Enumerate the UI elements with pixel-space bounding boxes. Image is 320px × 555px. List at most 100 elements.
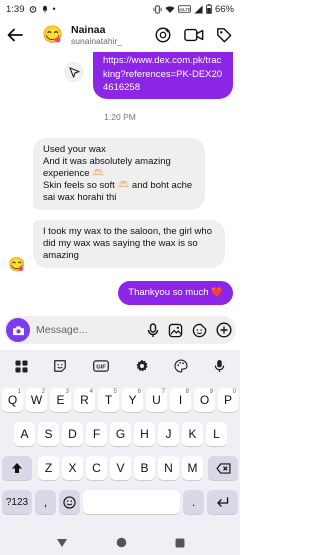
key-z[interactable]: Z	[38, 456, 59, 480]
key-c[interactable]: C	[86, 456, 107, 480]
key-q[interactable]: Q1	[2, 388, 23, 412]
key-w[interactable]: W2	[26, 388, 47, 412]
keyboard-row-4: ?123 , .	[0, 490, 240, 514]
video-camera-icon	[184, 28, 204, 42]
sender-avatar[interactable]: 😋	[8, 255, 26, 273]
period-key[interactable]: .	[183, 490, 204, 514]
key-y[interactable]: Y6	[122, 388, 143, 412]
back-button[interactable]	[2, 22, 28, 48]
voice-message-button[interactable]	[147, 322, 159, 338]
gallery-button[interactable]	[168, 323, 183, 338]
contact-info[interactable]: Nainaa sunainatahir_	[71, 24, 122, 47]
message-composer	[4, 316, 236, 344]
vibrate-icon	[153, 4, 162, 14]
emoji-key[interactable]	[59, 490, 80, 514]
on-screen-keyboard: GIF Q1 W2 E3 R4 T5 Y6 U7 I8 O9 P0 A S D …	[0, 350, 240, 530]
key-r[interactable]: R4	[74, 388, 95, 412]
keyboard-row-2: A S D F G H J K L	[0, 422, 240, 446]
wifi-icon	[165, 5, 175, 13]
contact-avatar[interactable]: 😋	[42, 24, 64, 46]
gif-icon: GIF	[93, 360, 110, 372]
message-list: https://www.dex.com.pk/tracking?referenc…	[0, 52, 240, 312]
message-line: Skin feels so soft 🫶🏻 and boht ache sai …	[43, 180, 193, 203]
message-line: And it was absolutely amazing experience…	[43, 156, 171, 179]
shift-key[interactable]	[2, 456, 32, 480]
svg-text:GIF: GIF	[96, 364, 106, 370]
recents-nav-button[interactable]	[175, 538, 185, 548]
message-timestamp: 1:20 PM	[104, 112, 136, 122]
key-n[interactable]: N	[158, 456, 179, 480]
outgoing-link-message[interactable]: https://www.dex.com.pk/tracking?referenc…	[93, 52, 233, 99]
key-d[interactable]: D	[62, 422, 83, 446]
key-b[interactable]: B	[134, 456, 155, 480]
effects-button[interactable]	[154, 26, 172, 44]
message-line: Used your wax	[43, 144, 106, 155]
key-t[interactable]: T5	[98, 388, 119, 412]
keyboard-row-1: Q1 W2 E3 R4 T5 Y6 U7 I8 O9 P0	[0, 388, 240, 412]
backspace-key[interactable]	[208, 456, 238, 480]
keyboard-toolbar: GIF	[0, 350, 240, 382]
key-l[interactable]: L	[206, 422, 227, 446]
emoji-sticker-button[interactable]	[53, 359, 67, 373]
key-j[interactable]: J	[158, 422, 179, 446]
key-x[interactable]: X	[62, 456, 83, 480]
share-button[interactable]	[64, 62, 84, 82]
keyboard-settings-button[interactable]	[135, 359, 149, 373]
voice-input-button[interactable]	[214, 359, 225, 373]
key-u[interactable]: U7	[146, 388, 167, 412]
system-navigation-bar	[0, 530, 240, 555]
key-g[interactable]: G	[110, 422, 131, 446]
plus-circle-icon	[216, 322, 232, 338]
notification-icon	[42, 5, 47, 13]
key-p[interactable]: P0	[218, 388, 238, 412]
gif-button[interactable]: GIF	[93, 360, 110, 372]
video-call-button[interactable]	[184, 27, 204, 43]
key-h[interactable]: H	[134, 422, 155, 446]
message-text: I took my wax to the saloon, the girl wh…	[43, 226, 212, 261]
apps-grid-button[interactable]	[15, 359, 28, 373]
key-v[interactable]: V	[110, 456, 131, 480]
alarm-icon	[29, 6, 36, 13]
tag-button[interactable]	[216, 27, 232, 43]
key-m[interactable]: M	[182, 456, 203, 480]
camera-icon	[12, 325, 24, 335]
incoming-message[interactable]: Used your wax And it was absolutely amaz…	[33, 138, 205, 210]
theme-button[interactable]	[174, 359, 188, 373]
key-k[interactable]: K	[182, 422, 203, 446]
back-arrow-icon	[7, 28, 23, 42]
symbols-key[interactable]: ?123	[2, 490, 32, 514]
chat-header: 😋 Nainaa sunainatahir_	[0, 18, 240, 52]
key-s[interactable]: S	[38, 422, 59, 446]
message-input[interactable]	[36, 324, 126, 336]
key-a[interactable]: A	[14, 422, 35, 446]
comma-key[interactable]: ,	[35, 490, 56, 514]
more-notifications-icon: •	[52, 4, 56, 14]
outgoing-message[interactable]: Thankyou so much ❤️	[118, 281, 233, 305]
tag-icon	[217, 28, 232, 43]
square-recents-icon	[175, 538, 184, 547]
circle-home-icon	[116, 537, 126, 548]
microphone-icon	[214, 360, 225, 372]
gallery-icon	[168, 323, 183, 337]
link-text[interactable]: https://www.dex.com.pk/tracking?referenc…	[103, 55, 222, 93]
backspace-icon	[215, 462, 231, 474]
home-nav-button[interactable]	[116, 537, 127, 548]
key-o[interactable]: O9	[194, 388, 215, 412]
microphone-icon	[147, 322, 159, 337]
more-options-button[interactable]	[216, 322, 232, 338]
smiley-icon	[63, 495, 76, 509]
space-bar[interactable]	[83, 490, 180, 514]
key-f[interactable]: F	[86, 422, 107, 446]
status-time: 1:39	[6, 3, 25, 15]
sticker-button[interactable]	[192, 323, 207, 338]
enter-key[interactable]	[207, 490, 238, 514]
key-i[interactable]: I8	[170, 388, 191, 412]
sparkle-effects-icon	[155, 27, 171, 43]
shift-arrow-icon	[12, 463, 22, 473]
back-nav-button[interactable]	[56, 538, 68, 548]
camera-button[interactable]	[6, 318, 30, 342]
share-arrow-icon	[68, 66, 80, 78]
incoming-message[interactable]: I took my wax to the saloon, the girl wh…	[33, 220, 225, 268]
key-e[interactable]: E3	[50, 388, 71, 412]
palette-icon	[174, 359, 188, 373]
